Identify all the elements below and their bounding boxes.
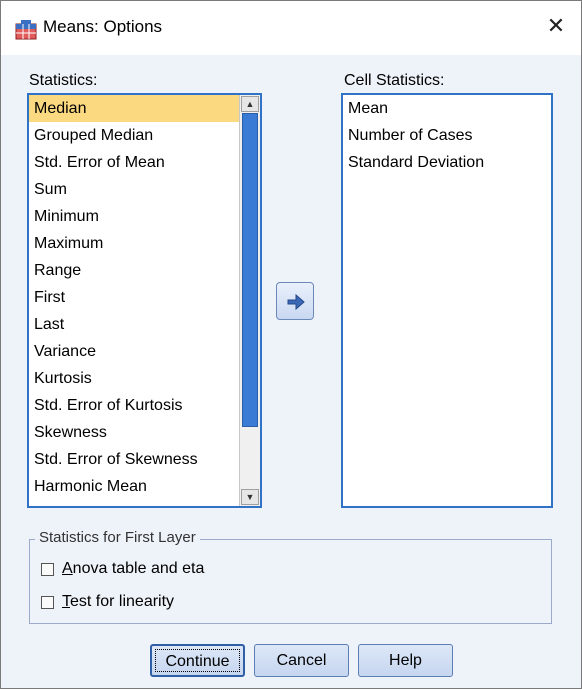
anova-option[interactable]: Anova table and eta: [41, 559, 204, 579]
linearity-checkbox[interactable]: [41, 595, 54, 609]
scroll-thumb[interactable]: [242, 113, 258, 427]
title-bar: Means: Options ✕: [1, 1, 581, 55]
statistics-item[interactable]: Sum: [29, 176, 239, 203]
move-right-button[interactable]: [276, 282, 314, 320]
arrow-right-icon: [287, 294, 305, 310]
first-layer-legend: Statistics for First Layer: [35, 529, 200, 546]
statistics-list[interactable]: Median Grouped Median Std. Error of Mean Su…: [27, 93, 262, 508]
statistics-item[interactable]: Std. Error of Mean: [29, 149, 239, 176]
statistics-item[interactable]: Std. Error of Skewness: [29, 446, 239, 473]
statistics-item[interactable]: First: [29, 284, 239, 311]
window-title: Means: Options: [43, 17, 163, 36]
cell-statistics-item[interactable]: Mean: [343, 95, 548, 122]
cancel-button[interactable]: Cancel: [254, 644, 349, 677]
scroll-up-icon[interactable]: ▲: [241, 96, 259, 112]
app-icon: [15, 20, 37, 40]
close-icon[interactable]: ✕: [539, 9, 573, 43]
statistics-label: Statistics:: [29, 72, 98, 89]
statistics-item[interactable]: Skewness: [29, 419, 239, 446]
cell-statistics-item[interactable]: Number of Cases: [343, 122, 548, 149]
statistics-item[interactable]: Grouped Median: [29, 122, 239, 149]
anova-label: Anova table and eta: [62, 560, 205, 577]
means-options-dialog: Means: Options ✕ Statistics: Median Group…: [0, 0, 582, 689]
cell-statistics-list[interactable]: Mean Number of Cases Standard Deviation: [341, 93, 553, 508]
linearity-option[interactable]: Test for linearity: [41, 592, 174, 612]
statistics-item[interactable]: Variance: [29, 338, 239, 365]
statistics-item[interactable]: Last: [29, 311, 239, 338]
help-button[interactable]: Help: [358, 644, 453, 677]
statistics-item[interactable]: Std. Error of Kurtosis: [29, 392, 239, 419]
statistics-item[interactable]: Minimum: [29, 203, 239, 230]
statistics-item[interactable]: Range: [29, 257, 239, 284]
statistics-item[interactable]: Maximum: [29, 230, 239, 257]
cell-statistics-item[interactable]: Standard Deviation: [343, 149, 548, 176]
anova-checkbox[interactable]: [41, 562, 54, 576]
statistics-item[interactable]: Median: [29, 95, 239, 122]
linearity-label: Test for linearity: [62, 593, 175, 610]
scroll-down-icon[interactable]: ▼: [241, 489, 259, 505]
continue-button[interactable]: Continue: [150, 644, 245, 677]
statistics-item[interactable]: Kurtosis: [29, 365, 239, 392]
statistics-item[interactable]: Harmonic Mean: [29, 473, 239, 500]
cell-statistics-label: Cell Statistics:: [344, 72, 445, 89]
statistics-scrollbar[interactable]: ▲ ▼: [239, 95, 260, 506]
